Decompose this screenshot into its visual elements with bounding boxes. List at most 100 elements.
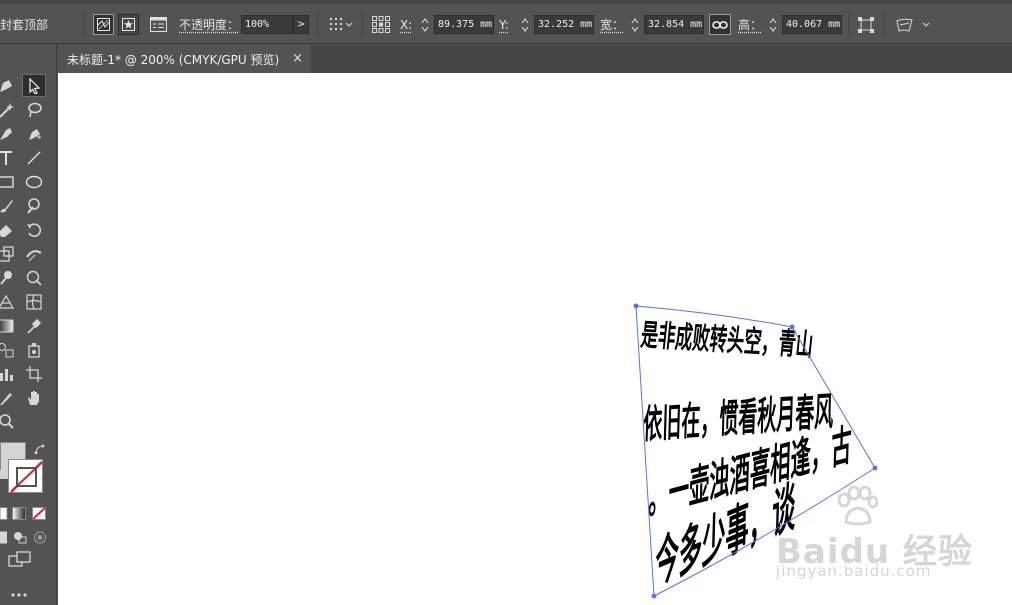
- height-field-wrap: 40.067 mm: [782, 14, 842, 35]
- width-field-wrap: 32.854 mm: [644, 14, 704, 35]
- opacity-field[interactable]: 100%: [241, 15, 293, 34]
- draw-behind-icon[interactable]: [13, 529, 27, 548]
- close-tab-icon[interactable]: ×: [292, 51, 303, 66]
- stepper-arrows-icon: [630, 15, 640, 34]
- slice-tool-icon[interactable]: [0, 386, 18, 409]
- height-label-wrap: 高：: [738, 14, 762, 35]
- none-mode-button[interactable]: [32, 505, 46, 524]
- transform-button[interactable]: [857, 14, 875, 35]
- width-label-wrap: 宽：: [600, 14, 624, 35]
- y-stepper[interactable]: [520, 14, 530, 35]
- symbol-sprayer-tool-icon[interactable]: [22, 338, 46, 361]
- hand-tool-icon[interactable]: [22, 386, 46, 409]
- document-tab-strip: 未标题-1* @ 200% (CMYK/GPU 预览) ×: [57, 45, 1012, 73]
- width-field[interactable]: 32.854 mm: [644, 15, 704, 34]
- lasso-tool-icon[interactable]: [22, 98, 46, 121]
- draw-normal-icon[interactable]: [0, 529, 8, 548]
- blob-brush-tool-icon[interactable]: [22, 194, 46, 217]
- pen-tool-icon[interactable]: [0, 74, 18, 97]
- curvature-tool-icon[interactable]: [0, 122, 18, 145]
- width-label: 宽：: [600, 18, 625, 32]
- stepper-arrows-icon: [768, 15, 778, 34]
- opacity-field-wrap: 100%: [241, 14, 293, 35]
- anchor-point[interactable]: [651, 593, 657, 599]
- blend-tool-icon[interactable]: [0, 338, 18, 361]
- scale-tool-icon[interactable]: [0, 242, 18, 265]
- distorted-text-line-1: 是非成败转头空，青山: [639, 317, 815, 362]
- document-tab-title: 未标题-1* @ 200% (CMYK/GPU 预览): [67, 52, 280, 67]
- control-bar: 封套顶部 不透明度： 100% > X: 89.375 mm Y: 32.252…: [0, 0, 1012, 44]
- artboard-tool-icon[interactable]: [22, 362, 46, 385]
- eraser-tool-icon[interactable]: [0, 218, 18, 241]
- options-list-icon: [150, 17, 167, 32]
- artboard-canvas[interactable]: 是非成败转头空，青山 依旧在，惯看秋月春风 。一壶浊酒喜相逢，古 今多少事，谈 …: [58, 73, 1012, 605]
- width-stepper[interactable]: [630, 14, 640, 35]
- document-tab[interactable]: 未标题-1* @ 200% (CMYK/GPU 预览) ×: [57, 45, 311, 73]
- height-label: 高：: [738, 18, 763, 32]
- stepper-arrows-icon: [420, 15, 430, 34]
- fill-swatch-edge: [0, 470, 8, 479]
- color-mode-button[interactable]: [0, 505, 8, 524]
- more-tools-icon[interactable]: [10, 583, 28, 602]
- edit-contents-button[interactable]: [118, 14, 139, 35]
- envelope-distort-dropdown[interactable]: [895, 14, 937, 35]
- opacity-dropdown-button[interactable]: >: [293, 14, 309, 35]
- reference-point-button[interactable]: [371, 14, 391, 35]
- mesh-tool-icon[interactable]: [22, 290, 46, 313]
- add-anchor-tool-icon[interactable]: [22, 122, 46, 145]
- y-field[interactable]: 32.252 mm: [534, 15, 594, 34]
- separator: [848, 12, 849, 36]
- align-icon: [330, 18, 353, 30]
- opacity-label-wrap: 不透明度：: [179, 14, 239, 35]
- direct-selection-tool-icon[interactable]: [22, 74, 46, 97]
- ellipse-tool-icon[interactable]: [22, 170, 46, 193]
- draw-inside-icon[interactable]: [33, 529, 47, 548]
- x-field[interactable]: 89.375 mm: [434, 15, 494, 34]
- rotate-tool-icon[interactable]: [22, 218, 46, 241]
- anchor-point[interactable]: [789, 324, 795, 330]
- separator: [362, 12, 363, 36]
- shape-builder-tool-icon[interactable]: [22, 266, 46, 289]
- eyedropper-tool-icon[interactable]: [22, 314, 46, 337]
- line-tool-icon[interactable]: [22, 146, 46, 169]
- reference-point-icon: [372, 16, 390, 33]
- width-tool-icon[interactable]: [22, 242, 46, 265]
- envelope-options-button[interactable]: [150, 14, 167, 35]
- x-label: X:: [400, 17, 413, 32]
- stepper-arrows-icon: [520, 15, 530, 34]
- stroke-swatch[interactable]: [8, 459, 43, 493]
- screen-mode-icon[interactable]: [8, 551, 32, 573]
- align-dropdown[interactable]: [330, 14, 354, 35]
- gradient-tool-icon[interactable]: [0, 314, 18, 337]
- x-label-wrap: X:: [400, 14, 412, 35]
- anchor-point[interactable]: [633, 303, 639, 309]
- constrain-proportions-button[interactable]: [709, 14, 731, 35]
- separator: [884, 12, 885, 36]
- height-field[interactable]: 40.067 mm: [782, 15, 842, 34]
- puppet-warp-tool-icon[interactable]: [0, 266, 18, 289]
- link-icon: [709, 14, 731, 35]
- stroke-none-icon: [10, 461, 43, 493]
- column-graph-tool-icon[interactable]: [0, 362, 18, 385]
- height-stepper[interactable]: [768, 14, 778, 35]
- swap-fill-stroke-icon[interactable]: [34, 441, 46, 460]
- gradient-mode-button[interactable]: [12, 505, 26, 524]
- separator: [317, 12, 318, 36]
- x-stepper[interactable]: [420, 14, 430, 35]
- rectangle-tool-icon[interactable]: [0, 170, 18, 193]
- x-field-wrap: 89.375 mm: [434, 14, 494, 35]
- paintbrush-tool-icon[interactable]: [0, 194, 18, 217]
- zoom-tool-icon[interactable]: [0, 410, 18, 433]
- type-tool-icon[interactable]: [0, 146, 18, 169]
- baidu-paw-icon: [837, 486, 878, 526]
- anchor-point[interactable]: [872, 465, 878, 471]
- envelope-contents-icon: [118, 14, 139, 35]
- perspective-grid-tool-icon[interactable]: [0, 290, 18, 313]
- transform-icon: [858, 16, 874, 33]
- edit-envelope-button[interactable]: [93, 14, 114, 35]
- magic-wand-tool-icon[interactable]: [0, 98, 18, 121]
- separator: [83, 12, 84, 36]
- watermark-url: jingyan.baidu.com: [776, 562, 932, 580]
- y-field-wrap: 32.252 mm: [534, 14, 594, 35]
- tools-panel: [0, 45, 57, 605]
